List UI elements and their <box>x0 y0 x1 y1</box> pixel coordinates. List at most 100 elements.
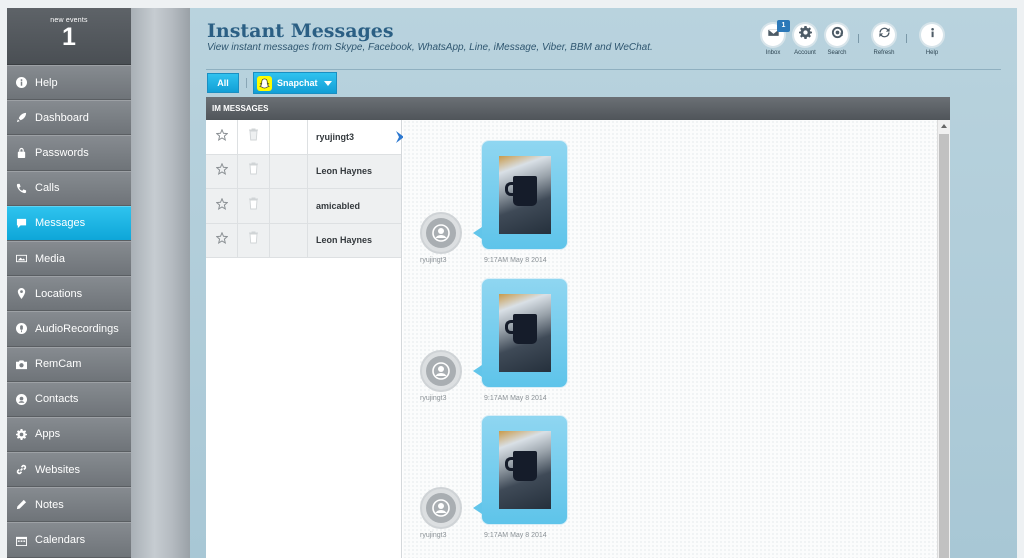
sidebar-item-notes[interactable]: Notes <box>7 487 131 523</box>
sidebar-item-locations[interactable]: Locations <box>7 276 131 312</box>
new-events-count: 1 <box>62 23 76 51</box>
trash-icon[interactable] <box>248 128 259 146</box>
refresh-icon <box>878 26 891 44</box>
sidebar-item-media[interactable]: Media <box>7 240 131 277</box>
camera-icon <box>15 358 27 370</box>
trash-icon[interactable] <box>248 162 259 180</box>
chat-bubble-icon <box>15 217 27 229</box>
contact-name: Leon Haynes <box>316 166 373 177</box>
calendar-icon <box>15 534 27 546</box>
sidebar-item-apps[interactable]: Apps <box>7 416 131 453</box>
message-item: ryujingt3 9:17AM May 8 2014 <box>420 140 720 270</box>
sidebar-item-label: Media <box>35 252 65 265</box>
conversation-row[interactable]: amicabled <box>206 189 401 224</box>
message-bubble[interactable] <box>473 415 568 525</box>
contact-icon <box>15 393 27 405</box>
message-item: ryujingt3 9:17AM May 8 2014 <box>420 415 720 545</box>
sidebar-item-label: Contacts <box>35 393 79 406</box>
message-photo[interactable] <box>498 431 551 509</box>
message-item: ryujingt3 9:17AM May 8 2014 <box>420 278 720 408</box>
avatar <box>420 487 462 529</box>
sidebar-item-label: Passwords <box>35 146 89 159</box>
page-title: Instant Messages <box>207 20 394 42</box>
contact-name: Leon Haynes <box>316 235 373 246</box>
message-sender: ryujingt3 <box>420 395 447 402</box>
message-photo[interactable] <box>498 156 551 234</box>
star-icon[interactable] <box>214 128 229 146</box>
chevron-down-icon <box>324 80 332 86</box>
user-icon <box>432 362 450 380</box>
microphone-icon <box>15 323 27 335</box>
sidebar-item-label: Locations <box>35 287 83 300</box>
scroll-up-button[interactable] <box>938 120 950 132</box>
sidebar-item-calendars[interactable]: Calendars <box>7 522 131 558</box>
sidebar-item-contacts[interactable]: Contacts <box>7 381 131 417</box>
main-content: Instant Messages View instant messages f… <box>190 8 1017 558</box>
sidebar-item-label: Apps <box>35 428 61 441</box>
refresh-label: Refresh <box>873 50 895 56</box>
info-icon <box>926 26 939 44</box>
page-subtitle: View instant messages from Skype, Facebo… <box>207 42 653 53</box>
app-filter-label: Snapchat <box>277 78 318 88</box>
image-icon <box>15 253 27 265</box>
sidebar-item-audiorecordings[interactable]: AudioRecordings <box>7 311 131 347</box>
conversation-row[interactable]: ryujingt3 <box>206 120 404 155</box>
help-button[interactable]: Help <box>911 24 953 56</box>
sidebar-item-label: Calls <box>35 182 60 195</box>
conversation-row[interactable]: Leon Haynes <box>206 223 401 258</box>
user-icon <box>432 499 450 517</box>
sidebar-item-label: Notes <box>35 498 64 511</box>
im-messages-panel: IM MESSAGES ryujingt3 Leon Haynes amicab… <box>206 97 950 558</box>
trash-icon[interactable] <box>248 197 259 215</box>
search-button[interactable]: Search <box>816 24 858 56</box>
search-label: Search <box>827 50 847 56</box>
sidebar-item-label: Websites <box>35 463 81 476</box>
chevron-up-icon <box>941 124 947 128</box>
new-events-counter[interactable]: new events 1 <box>7 8 131 65</box>
sidebar-item-label: Calendars <box>35 534 86 547</box>
phone-icon <box>15 182 27 194</box>
sidebar-item-label: AudioRecordings <box>35 322 119 335</box>
panel-heading: IM MESSAGES <box>206 97 950 120</box>
filter-all-button[interactable]: All <box>207 73 239 93</box>
sidebar-item-websites[interactable]: Websites <box>7 452 131 488</box>
scrollbar-thumb[interactable] <box>939 134 949 558</box>
message-timestamp: 9:17AM May 8 2014 <box>484 395 547 402</box>
contact-name: ryujingt3 <box>316 131 355 142</box>
conversation-row[interactable]: Leon Haynes <box>206 154 401 189</box>
star-icon[interactable] <box>214 162 229 180</box>
star-icon[interactable] <box>214 197 229 215</box>
message-timestamp: 9:17AM May 8 2014 <box>484 532 547 539</box>
sidebar-item-label: RemCam <box>35 358 82 371</box>
message-sender: ryujingt3 <box>420 257 447 264</box>
filter-divider <box>246 78 247 88</box>
sidebar-item-passwords[interactable]: Passwords <box>7 135 131 171</box>
snapchat-icon <box>257 75 272 91</box>
sidebar-item-dashboard[interactable]: Dashboard <box>7 100 131 136</box>
star-icon[interactable] <box>214 231 229 249</box>
sidebar-divider <box>131 8 190 558</box>
toolbar-divider <box>906 34 907 43</box>
info-icon <box>15 77 27 89</box>
message-bubble[interactable] <box>473 278 568 388</box>
message-photo[interactable] <box>498 294 551 372</box>
message-bubble[interactable] <box>473 140 568 250</box>
search-icon <box>831 26 844 44</box>
map-pin-icon <box>15 288 27 300</box>
refresh-button[interactable]: Refresh <box>863 24 905 56</box>
sidebar-item-remcam[interactable]: RemCam <box>7 346 131 382</box>
rocket-icon <box>15 112 27 124</box>
gear-icon <box>798 26 812 44</box>
sidebar-item-messages[interactable]: Messages <box>7 205 131 241</box>
thread-scrollbar[interactable] <box>937 120 950 558</box>
app-filter-dropdown[interactable]: Snapchat <box>253 72 337 94</box>
conversation-list: ryujingt3 Leon Haynes amicabled Leon Hay… <box>206 120 404 558</box>
lock-icon <box>15 147 27 159</box>
sidebar-item-calls[interactable]: Calls <box>7 170 131 206</box>
sidebar-item-help[interactable]: Help <box>7 65 131 101</box>
toolbar-divider <box>858 34 859 43</box>
trash-icon[interactable] <box>248 231 259 249</box>
message-thread: ryujingt3 9:17AM May 8 2014 ryujingt3 9:… <box>403 120 937 558</box>
link-icon <box>15 464 27 476</box>
sidebar-item-label: Messages <box>35 217 86 230</box>
